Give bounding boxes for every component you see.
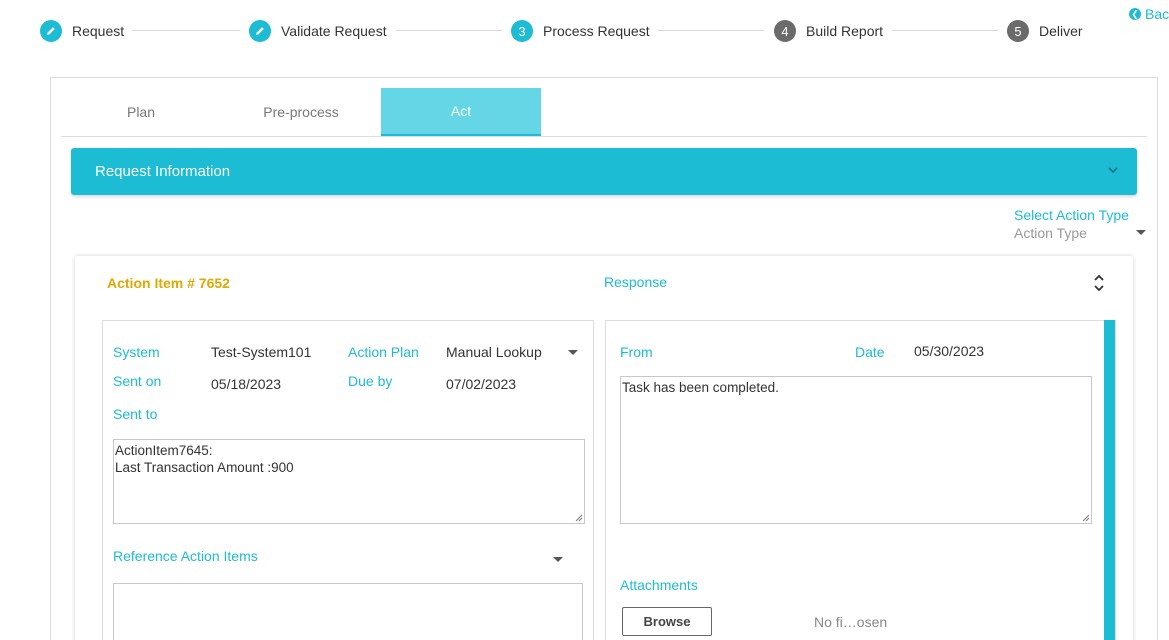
request-information-header[interactable]: Request Information	[71, 148, 1137, 195]
reference-action-items-label: Reference Action Items	[113, 548, 258, 564]
action-plan-value: Manual Lookup	[446, 344, 542, 360]
step-connector	[396, 30, 502, 31]
step-request[interactable]: Request	[40, 20, 124, 42]
caret-down-icon[interactable]	[553, 557, 563, 562]
response-title: Response	[604, 274, 668, 290]
tab-pre-process[interactable]: Pre-process	[221, 88, 381, 136]
no-file-chosen-text: No fi…osen	[814, 614, 888, 630]
step-connector	[658, 30, 764, 31]
action-plan-label: Action Plan	[348, 344, 419, 360]
response-scrollbar[interactable]	[1104, 320, 1115, 640]
date-value: 05/30/2023	[914, 343, 985, 359]
step-deliver[interactable]: 5 Deliver	[1007, 20, 1083, 42]
action-plan-dropdown[interactable]: Manual Lookup	[446, 344, 581, 362]
action-item-title: Action Item # 7652	[107, 275, 230, 291]
attachments-label: Attachments	[620, 577, 698, 593]
action-details-box: System Test-System101 Action Plan Manual…	[102, 320, 594, 640]
step-label: Process Request	[543, 23, 650, 39]
message-line: ActionItem7645:	[115, 443, 213, 458]
system-value: Test-System101	[211, 344, 312, 360]
step-process-request[interactable]: 3 Process Request	[511, 20, 650, 42]
sent-on-value: 05/18/2023	[211, 376, 282, 392]
progress-stepper: Request Validate Request 3 Process Reque…	[0, 0, 1169, 62]
tab-bar: Plan Pre-process Act	[61, 88, 1147, 137]
system-label: System	[113, 344, 160, 360]
action-type-placeholder: Action Type	[1014, 225, 1087, 241]
main-panel: Plan Pre-process Act Request Information…	[50, 77, 1158, 640]
response-text: Task has been completed.	[622, 380, 779, 395]
pencil-icon	[40, 20, 62, 42]
step-label: Build Report	[806, 23, 884, 39]
action-message-textarea[interactable]: ActionItem7645: Last Transaction Amount …	[113, 439, 585, 524]
step-build-report[interactable]: 4 Build Report	[774, 20, 883, 42]
chevron-left-circle-icon: ❮	[1129, 8, 1141, 20]
resize-grip-icon[interactable]	[1082, 514, 1090, 522]
step-connector	[892, 30, 998, 31]
sent-on-label: Sent on	[113, 373, 162, 389]
caret-down-icon	[1136, 230, 1146, 235]
pencil-icon	[249, 20, 271, 42]
step-label: Validate Request	[281, 23, 387, 39]
caret-down-icon	[568, 350, 578, 355]
step-number: 3	[511, 20, 533, 42]
message-line: Last Transaction Amount :900	[115, 460, 294, 475]
back-link[interactable]: ❮ Bac	[1129, 6, 1169, 22]
chevron-down-icon	[1108, 167, 1118, 174]
tab-act[interactable]: Act	[381, 88, 541, 136]
request-information-title: Request Information	[95, 163, 231, 180]
date-label: Date	[855, 344, 885, 360]
step-number: 5	[1007, 20, 1029, 42]
resize-grip-icon[interactable]	[575, 514, 583, 522]
browse-button[interactable]: Browse	[622, 607, 712, 636]
step-connector	[132, 30, 240, 31]
step-label: Deliver	[1039, 23, 1083, 39]
back-label: Bac	[1145, 6, 1169, 22]
from-label: From	[620, 344, 653, 360]
select-action-type-label: Select Action Type	[1014, 207, 1129, 223]
step-number: 4	[774, 20, 796, 42]
action-type-dropdown[interactable]: Action Type	[1014, 225, 1146, 243]
step-label: Request	[72, 23, 125, 39]
response-box: From Date 05/30/2023 Task has been compl…	[605, 320, 1116, 640]
expand-collapse-icon[interactable]	[1093, 272, 1105, 294]
due-by-value: 07/02/2023	[446, 376, 517, 392]
action-item-card: Action Item # 7652 Response System Test-…	[75, 256, 1133, 640]
reference-action-items-box[interactable]	[113, 583, 583, 640]
tab-plan[interactable]: Plan	[61, 88, 221, 136]
due-by-label: Due by	[348, 373, 393, 389]
step-validate-request[interactable]: Validate Request	[249, 20, 387, 42]
response-textarea[interactable]: Task has been completed.	[620, 376, 1092, 524]
sent-to-label: Sent to	[113, 406, 158, 422]
